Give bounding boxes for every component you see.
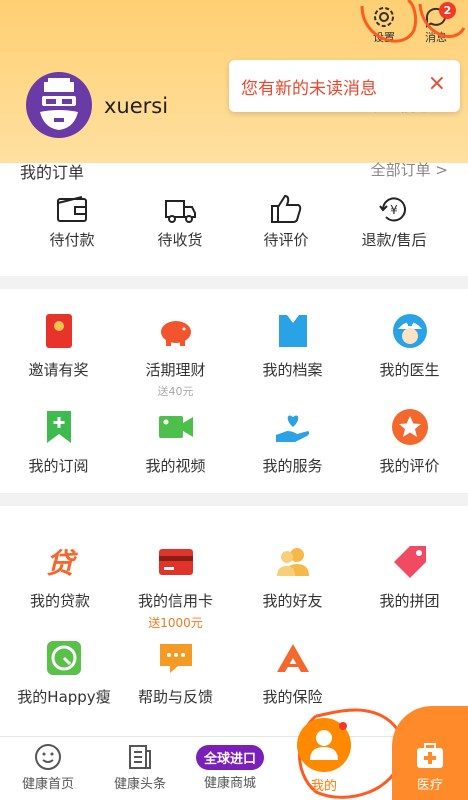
order-label: 待收货 [157, 231, 203, 249]
nav-label: 健康头条 [113, 777, 166, 792]
gear-icon [374, 7, 394, 27]
grid-item-archive[interactable]: 我的档案 [234, 311, 351, 380]
grid-item-group-buy[interactable]: 我的拼团 [351, 542, 468, 611]
loan-icon: 贷 [46, 547, 78, 580]
nav-mine[interactable]: 我的 [296, 718, 352, 800]
grid-item-services[interactable]: 我的服务 [234, 407, 351, 476]
nav-label: 健康商城 [203, 776, 256, 791]
tag-icon [393, 546, 426, 578]
nav-label: 医疗 [416, 778, 443, 793]
refund-icon: ¥ [379, 197, 406, 222]
grid-label: 我的医生 [379, 361, 440, 379]
star-icon [391, 409, 428, 445]
settings-button[interactable]: 设置 [362, 2, 406, 46]
avatar[interactable] [26, 72, 92, 138]
settings-label: 设置 [373, 31, 395, 44]
svg-text:贷: 贷 [46, 547, 78, 580]
grid-label: 我的好友 [262, 592, 323, 610]
grid-item-credit-card[interactable]: 我的信用卡 送1000元 [117, 542, 234, 631]
username: xuersi [104, 94, 169, 118]
unread-message-toast[interactable]: 您有新的未读消息 × [229, 60, 460, 112]
archive-icon [278, 315, 307, 347]
unread-badge: 2 [439, 2, 456, 19]
messages-label: 消息 [425, 31, 447, 44]
insurance-icon [276, 644, 309, 672]
grid-label: 帮助与反馈 [137, 688, 213, 706]
bookmark-plus-icon [46, 411, 71, 443]
profile-header: 设置 消息 2 xuersi 个人信息 > 您有新的未读消息 × [0, 0, 468, 163]
nav-label: 健康首页 [21, 777, 74, 792]
global-import-badge: 全球进口 [195, 745, 264, 770]
notification-dot [339, 722, 347, 730]
grid-item-help[interactable]: 帮助与反馈 [117, 638, 234, 707]
wallet-icon [57, 196, 87, 222]
hand-heart-icon [275, 415, 309, 442]
doctor-icon [392, 314, 427, 348]
grid-label: 我的服务 [262, 457, 323, 475]
grid-sub-label: 送1000元 [148, 616, 203, 630]
order-refund[interactable]: ¥ 退款/售后 [344, 193, 444, 250]
friends-icon [276, 548, 309, 576]
scale-icon [47, 641, 81, 675]
order-pending-review[interactable]: 待评价 [236, 193, 336, 250]
nav-news[interactable]: 健康头条 [100, 743, 180, 792]
grid-label: 我的评价 [379, 457, 440, 475]
grid-label: 我的档案 [262, 361, 323, 379]
grid-item-reviews[interactable]: 我的评价 [351, 407, 468, 476]
finance-section: 贷 我的贷款 我的信用卡 送1000元 我的好友 我的拼团 我的Happy瘦 帮… [0, 506, 468, 736]
grid-item-happy-slim[interactable]: 我的Happy瘦 [8, 638, 120, 707]
grid-label: 我的贷款 [29, 592, 90, 610]
credit-card-icon [158, 549, 193, 575]
grid-label: 我的订阅 [28, 457, 89, 475]
grid-label: 我的Happy瘦 [17, 688, 111, 706]
order-label: 待付款 [49, 231, 95, 249]
order-pending-payment[interactable]: 待付款 [22, 193, 122, 250]
news-icon [129, 745, 151, 769]
order-label: 待评价 [263, 231, 309, 249]
grid-item-friends[interactable]: 我的好友 [234, 542, 351, 611]
grid-label: 活期理财 [145, 361, 206, 379]
chat-bubble-icon [159, 644, 192, 673]
nav-label: 我的 [310, 779, 337, 794]
red-envelope-icon [45, 314, 72, 348]
order-label: 退款/售后 [361, 231, 427, 249]
nav-medical[interactable]: 医疗 [392, 706, 468, 800]
messages-button[interactable]: 消息 2 [414, 2, 458, 46]
medical-kit-icon [417, 743, 443, 768]
order-pending-receipt[interactable]: 待收货 [130, 193, 230, 250]
piggy-bank-icon [160, 321, 191, 346]
grid-item-doctor[interactable]: 我的医生 [351, 311, 468, 380]
grid-item-insurance[interactable]: 我的保险 [234, 638, 351, 707]
grid-label: 邀请有奖 [28, 361, 89, 379]
nav-mall[interactable]: 全球进口 健康商城 [190, 743, 270, 791]
close-icon[interactable]: × [428, 72, 446, 96]
grid-item-savings[interactable]: 活期理财 送40元 [117, 311, 234, 399]
thumbs-up-icon [271, 194, 302, 223]
all-orders-link[interactable]: 全部订单 > [371, 159, 448, 180]
grid-item-video[interactable]: 我的视频 [117, 407, 234, 476]
svg-text:¥: ¥ [390, 203, 398, 217]
avatar-image [40, 78, 78, 130]
grid-item-loan[interactable]: 贷 我的贷款 [22, 542, 98, 611]
nav-home[interactable]: 健康首页 [8, 743, 88, 792]
orders-title: 我的订单 [20, 163, 85, 182]
grid-item-subscription[interactable]: 我的订阅 [0, 407, 117, 476]
grid-label: 我的拼团 [379, 592, 440, 610]
orders-section: 我的订单 全部订单 > 待付款 待收货 待评价 ¥ 退款/售后 [0, 161, 468, 276]
smiley-icon [35, 744, 61, 770]
grid-label: 我的信用卡 [137, 592, 213, 610]
toast-text: 您有新的未读消息 [241, 79, 377, 99]
services-section: 邀请有奖 活期理财 送40元 我的档案 我的医生 我的订阅 我的视频 我的服务 … [0, 289, 468, 493]
video-camera-icon [158, 416, 193, 438]
grid-label: 我的视频 [145, 457, 206, 475]
truck-icon [165, 200, 196, 223]
grid-label: 我的保险 [262, 688, 323, 706]
grid-item-invite[interactable]: 邀请有奖 [0, 311, 117, 380]
grid-sub-label: 送40元 [157, 385, 194, 398]
